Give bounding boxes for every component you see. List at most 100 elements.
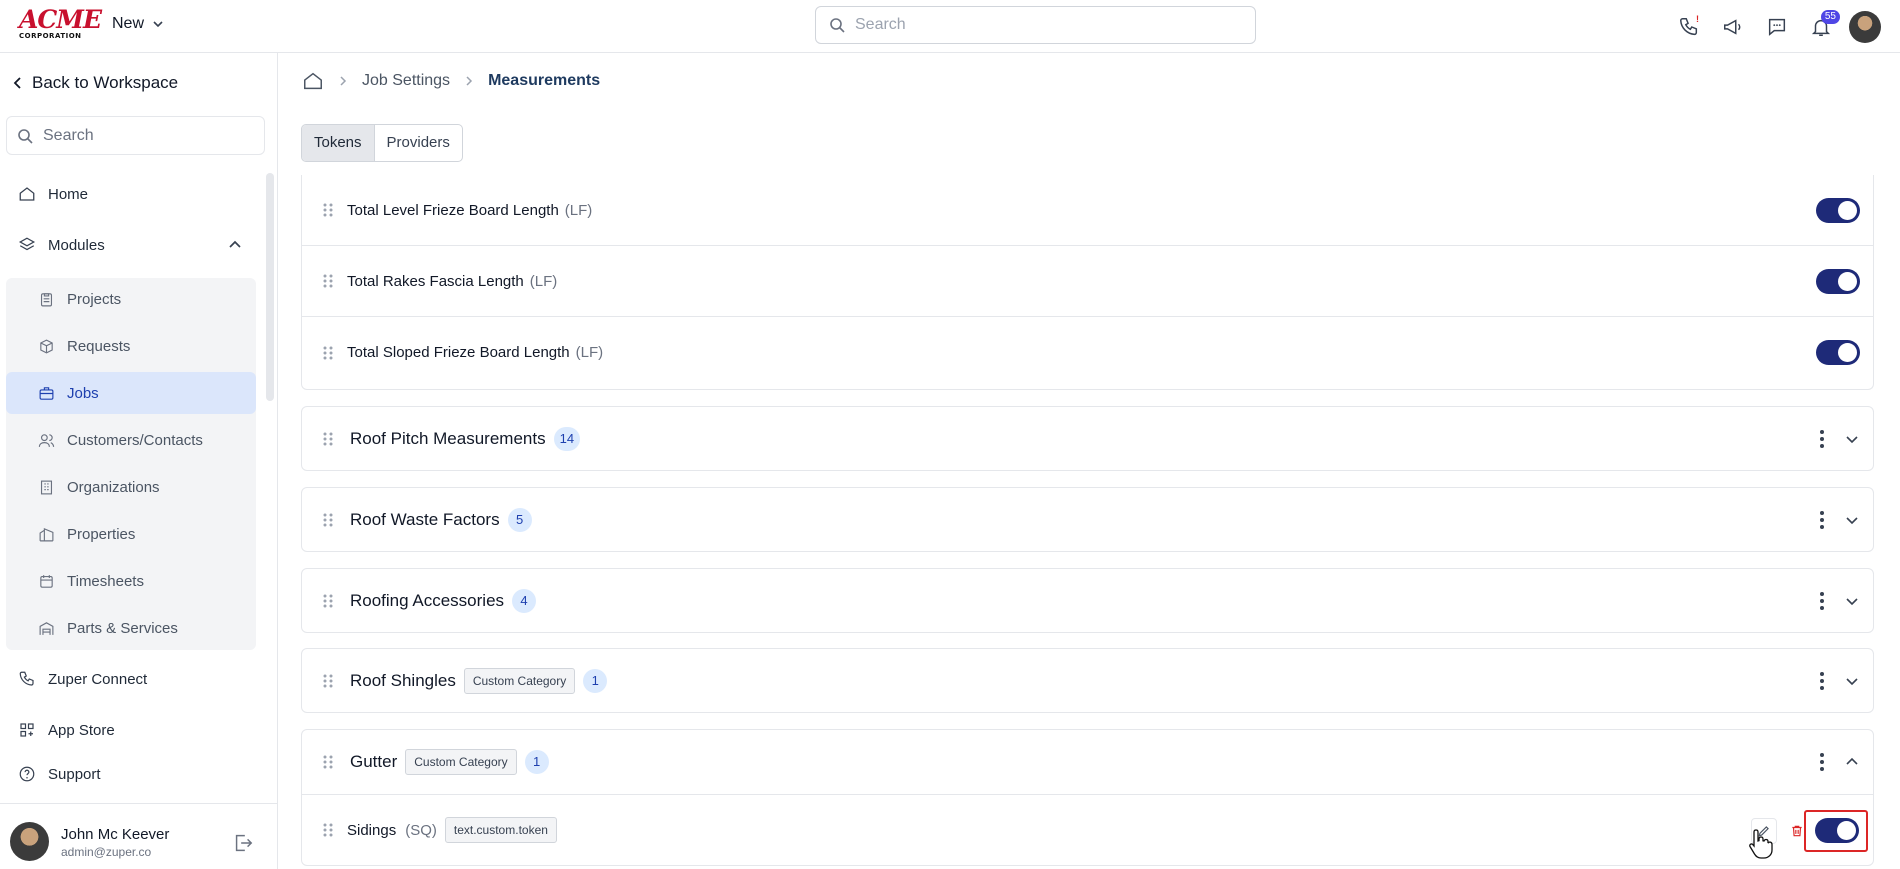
sidebar-item-support[interactable]: Support: [18, 765, 101, 783]
sidebar-item-timesheets[interactable]: Timesheets: [6, 560, 256, 602]
sidebar-item-requests[interactable]: Requests: [6, 325, 256, 367]
category-name: Roof Pitch Measurements: [350, 428, 546, 448]
token-unit: (SQ): [405, 821, 437, 839]
more-vertical-icon[interactable]: [1812, 509, 1832, 531]
property-icon: [39, 527, 54, 541]
more-vertical-icon[interactable]: [1812, 428, 1832, 450]
user-profile: John Mc Keever admin@zuper.co: [0, 803, 278, 869]
token-name-text: Total Sloped Frieze Board Length: [347, 344, 570, 361]
sidebar-item-zuper-connect[interactable]: Zuper Connect: [18, 670, 147, 688]
drag-handle-icon[interactable]: [322, 273, 334, 289]
drag-handle-icon[interactable]: [322, 512, 334, 528]
global-search-input[interactable]: [855, 16, 1235, 34]
chevron-up-icon: [229, 240, 241, 248]
chevron-down-icon[interactable]: [1843, 592, 1861, 610]
chevron-down-icon[interactable]: [1843, 430, 1861, 448]
token-name: Total Level Frieze Board Length (LF): [347, 202, 592, 219]
sidebar-item-label: App Store: [48, 721, 115, 739]
token-name-text: Sidings: [347, 821, 397, 839]
back-to-workspace-link[interactable]: Back to Workspace: [12, 73, 178, 93]
more-vertical-icon[interactable]: [1812, 670, 1832, 692]
sidebar-item-properties[interactable]: Properties: [6, 513, 256, 555]
more-vertical-icon[interactable]: [1812, 590, 1832, 612]
drag-handle-icon[interactable]: [322, 345, 334, 361]
sidebar-item-organizations[interactable]: Organizations: [6, 466, 256, 508]
home-icon: [19, 187, 35, 201]
warehouse-icon: [39, 621, 54, 635]
drag-handle-icon[interactable]: [322, 673, 334, 689]
drag-handle-icon[interactable]: [322, 431, 334, 447]
category-name: Roofing Accessories: [350, 590, 505, 610]
sidebar-item-customers[interactable]: Customers/Contacts: [6, 419, 256, 461]
chevron-down-icon[interactable]: [1843, 511, 1861, 529]
user-email: admin@zuper.co: [61, 845, 152, 859]
token-key-chip: text.custom.token: [444, 817, 557, 843]
search-icon: [830, 18, 845, 33]
sidebar-search[interactable]: [6, 116, 265, 155]
phone-button[interactable]: !: [1667, 5, 1711, 49]
chevron-down-icon: [153, 21, 163, 28]
new-menu-button[interactable]: New: [112, 15, 164, 33]
tab-bar: Tokens Providers: [301, 124, 463, 162]
token-enabled-toggle[interactable]: [1815, 818, 1859, 843]
token-row: Total Rakes Fascia Length (LF): [302, 246, 1873, 317]
sidebar-item-projects[interactable]: Projects: [6, 278, 256, 320]
sidebar-item-parts-services[interactable]: Parts & Services: [6, 607, 256, 649]
category-card-expanded: Gutter Custom Category 1 Sidings (SQ) te…: [301, 729, 1874, 866]
breadcrumb-current: Measurements: [488, 72, 601, 89]
chevron-down-icon[interactable]: [1843, 672, 1861, 690]
category-card[interactable]: Roof Waste Factors 5: [301, 487, 1874, 552]
token-enabled-toggle[interactable]: [1816, 268, 1860, 294]
sidebar-scrollbar[interactable]: [266, 173, 274, 401]
token-name-text: Total Level Frieze Board Length: [347, 201, 559, 219]
category-card[interactable]: Roof Shingles Custom Category 1: [301, 648, 1874, 713]
drag-handle-icon[interactable]: [322, 593, 334, 609]
sidebar-item-modules[interactable]: Modules: [18, 236, 243, 254]
grid-icon: [20, 723, 34, 737]
sidebar-item-jobs[interactable]: Jobs: [6, 372, 256, 414]
logo-text: ACME: [19, 5, 102, 34]
modules-submenu: Projects Requests Jobs Customers/Contact…: [6, 278, 256, 650]
tab-providers[interactable]: Providers: [375, 125, 462, 161]
announcements-button[interactable]: [1711, 5, 1755, 49]
tab-tokens[interactable]: Tokens: [302, 125, 375, 161]
chevron-up-icon[interactable]: [1843, 753, 1861, 771]
drag-handle-icon[interactable]: [322, 822, 334, 838]
category-count-badge: 5: [507, 507, 532, 532]
more-vertical-icon[interactable]: [1812, 751, 1832, 773]
sidebar-item-label: Parts & Services: [67, 619, 178, 637]
sidebar-item-app-store[interactable]: App Store: [18, 721, 115, 739]
logout-button[interactable]: [232, 832, 254, 859]
category-card[interactable]: Roofing Accessories 4: [301, 568, 1874, 633]
chevron-right-icon: [466, 76, 473, 86]
token-unit: (LF): [564, 201, 593, 219]
category-count-badge: 4: [512, 588, 537, 613]
breadcrumb-job-settings[interactable]: Job Settings: [362, 72, 450, 90]
sidebar-search-input[interactable]: [43, 126, 253, 145]
help-circle-icon: [19, 766, 35, 782]
drag-handle-icon[interactable]: [322, 202, 334, 218]
token-enabled-toggle[interactable]: [1816, 197, 1860, 223]
avatar[interactable]: [10, 822, 49, 861]
search-icon: [18, 128, 33, 144]
notifications-button[interactable]: 55: [1799, 5, 1843, 49]
box-icon: [40, 338, 53, 354]
token-enabled-toggle[interactable]: [1816, 340, 1860, 365]
category-name: Gutter: [350, 751, 398, 771]
sidebar-item-home[interactable]: Home: [18, 185, 88, 203]
calendar-icon: [40, 574, 53, 588]
briefcase-icon: [39, 386, 54, 400]
token-list: Total Level Frieze Board Length (LF) Tota…: [301, 175, 1874, 390]
user-name: John Mc Keever: [61, 826, 170, 843]
drag-handle-icon[interactable]: [322, 754, 334, 770]
chat-button[interactable]: [1755, 5, 1799, 49]
category-card[interactable]: Roof Pitch Measurements 14: [301, 406, 1874, 471]
category-header[interactable]: Gutter Custom Category 1: [302, 730, 1873, 795]
back-label: Back to Workspace: [32, 73, 179, 92]
category-name: Roof Waste Factors: [350, 509, 500, 529]
company-logo[interactable]: ACME CORPORATION: [19, 5, 102, 40]
user-avatar[interactable]: [1849, 10, 1881, 43]
home-icon[interactable]: [302, 70, 324, 92]
global-search[interactable]: [815, 6, 1256, 44]
sidebar-item-label: Jobs: [67, 384, 99, 402]
